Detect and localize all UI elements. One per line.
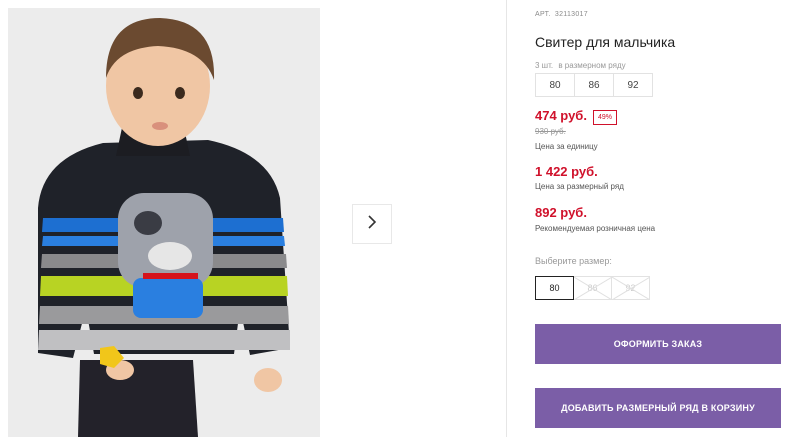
size-option-86: 86 [573, 276, 612, 300]
add-series-to-cart-button[interactable]: ДОБАВИТЬ РАЗМЕРНЫЙ РЯД В КОРЗИНУ [535, 388, 781, 428]
size-selector: 80 86 92 [535, 276, 650, 300]
series-sizes: 80 86 92 [535, 73, 653, 97]
chevron-right-icon [366, 214, 378, 235]
order-button[interactable]: ОФОРМИТЬ ЗАКАЗ [535, 324, 781, 364]
sku-line: АРТ. 32113017 [535, 11, 588, 18]
discount-badge: 49% [593, 110, 618, 125]
unit-price: 474 руб. [535, 108, 587, 123]
order-button-label: ОФОРМИТЬ ЗАКАЗ [613, 339, 703, 349]
series-price: 1 422 руб. [535, 164, 598, 179]
product-gallery [8, 8, 505, 437]
product-photo [8, 8, 320, 437]
series-note: 3 шт. в размерном ряду [535, 61, 626, 70]
series-text: в размерном ряду [558, 61, 626, 70]
unit-price-caption: Цена за единицу [535, 142, 598, 151]
retail-price: 892 руб. [535, 205, 587, 220]
size-selector-label: Выберите размер: [535, 256, 612, 266]
gallery-next-button[interactable] [352, 204, 392, 244]
series-size: 80 [535, 73, 575, 97]
series-price-caption: Цена за размерный ряд [535, 182, 624, 191]
sku-label: АРТ. [535, 11, 551, 18]
old-price: 930 руб. [535, 127, 566, 136]
size-option-92: 92 [611, 276, 650, 300]
gallery-background [320, 8, 505, 437]
panel-divider [506, 0, 507, 437]
series-count: 3 шт. [535, 61, 554, 70]
series-size: 92 [613, 73, 653, 97]
product-title: Свитер для мальчика [535, 34, 676, 50]
series-size: 86 [574, 73, 614, 97]
sku-value: 32113017 [554, 11, 588, 18]
size-option-80[interactable]: 80 [535, 276, 574, 300]
retail-price-caption: Рекомендуемая розничная цена [535, 224, 656, 233]
add-series-button-label: ДОБАВИТЬ РАЗМЕРНЫЙ РЯД В КОРЗИНУ [561, 403, 755, 413]
